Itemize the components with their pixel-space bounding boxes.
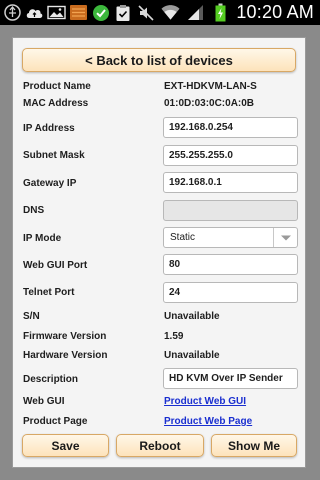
status-bar: 10:20 AM: [0, 0, 320, 25]
product-web-page-link[interactable]: Product Web Page: [164, 415, 252, 429]
device-settings-panel: < Back to list of devices Product Name E…: [12, 37, 306, 468]
mac-address-value: 01:0D:03:0C:0A:0B: [164, 98, 255, 109]
ip-address-label: IP Address: [23, 123, 75, 134]
clipboard-check-icon: [113, 3, 132, 22]
ip-mode-label: IP Mode: [23, 233, 62, 244]
battery-charging-icon: [211, 3, 230, 22]
mute-icon: [136, 3, 155, 22]
storage-icon: [69, 3, 88, 22]
web-gui-label: Web GUI: [23, 396, 65, 407]
web-gui-port-label: Web GUI Port: [23, 260, 88, 271]
cloud-upload-icon: [25, 3, 44, 22]
product-name-label: Product Name: [23, 81, 91, 92]
serial-number-value: Unavailable: [164, 311, 220, 322]
wifi-icon: [161, 3, 180, 22]
firmware-version-label: Firmware Version: [23, 331, 107, 342]
signal-icon: [186, 3, 205, 22]
subnet-mask-field[interactable]: 255.255.255.0: [163, 145, 298, 166]
ip-mode-select[interactable]: Static: [163, 227, 298, 248]
description-label: Description: [23, 374, 79, 385]
serial-number-label: S/N: [23, 311, 40, 322]
subnet-mask-label: Subnet Mask: [23, 150, 85, 161]
ip-address-field[interactable]: 192.168.0.254: [163, 117, 298, 138]
gallery-icon: [47, 3, 66, 22]
gateway-ip-field[interactable]: 192.168.0.1: [163, 172, 298, 193]
hardware-version-label: Hardware Version: [23, 350, 108, 361]
back-to-devices-button[interactable]: < Back to list of devices: [22, 48, 296, 72]
show-me-button[interactable]: Show Me: [211, 434, 297, 457]
ip-mode-selected-value: Static: [170, 232, 196, 243]
web-gui-port-field[interactable]: 80: [163, 254, 298, 275]
mac-address-label: MAC Address: [23, 98, 89, 109]
hardware-version-value: Unavailable: [164, 350, 220, 361]
firmware-version-value: 1.59: [164, 331, 184, 342]
product-web-gui-link[interactable]: Product Web GUI: [164, 395, 246, 409]
save-button[interactable]: Save: [22, 434, 109, 457]
usb-icon: [3, 3, 22, 22]
telnet-port-label: Telnet Port: [23, 287, 75, 298]
check-circle-icon: [91, 3, 110, 22]
telnet-port-field[interactable]: 24: [163, 282, 298, 303]
product-name-value: EXT-HDKVM-LAN-S: [164, 81, 257, 92]
system-icons: 10:20 AM: [136, 2, 314, 23]
description-field[interactable]: HD KVM Over IP Sender: [163, 368, 298, 389]
dns-label: DNS: [23, 205, 45, 216]
notification-icons: [3, 3, 132, 22]
reboot-button[interactable]: Reboot: [116, 434, 204, 457]
product-page-label: Product Page: [23, 416, 88, 427]
clock: 10:20 AM: [236, 2, 314, 22]
chevron-down-icon[interactable]: [273, 228, 297, 247]
gateway-ip-label: Gateway IP: [23, 178, 77, 189]
dns-field: [163, 200, 298, 221]
